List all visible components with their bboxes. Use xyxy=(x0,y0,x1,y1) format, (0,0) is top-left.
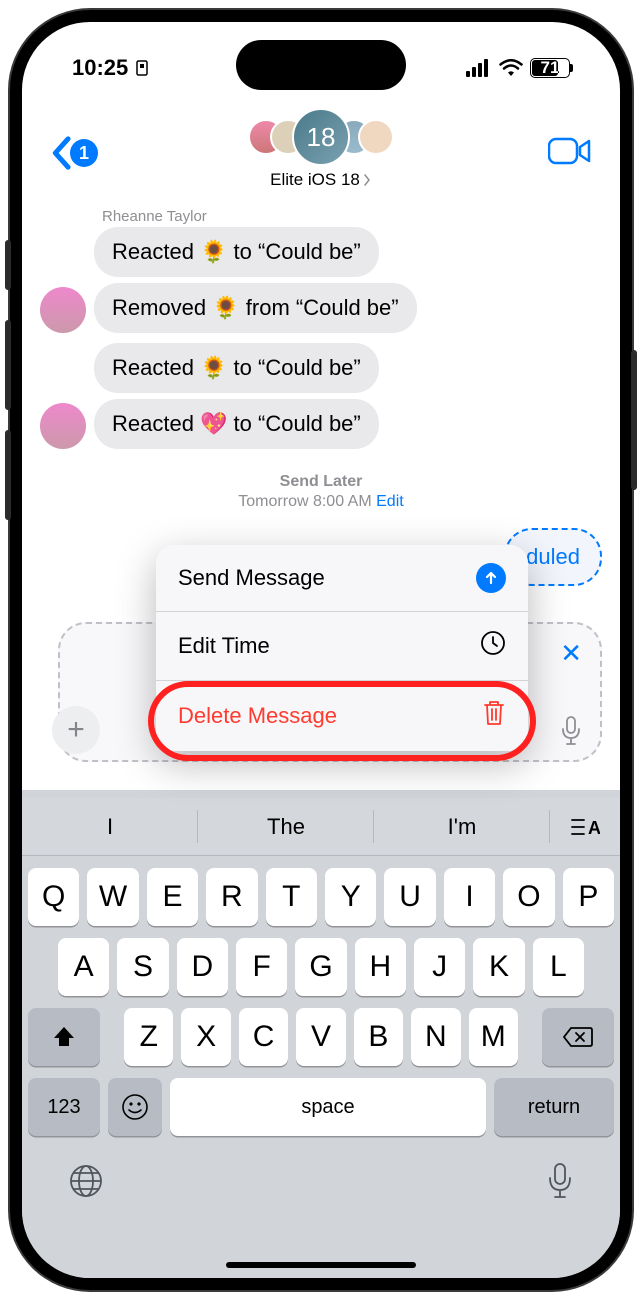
facetime-button[interactable] xyxy=(548,136,592,171)
key[interactable]: M xyxy=(469,1008,518,1066)
menu-delete-message[interactable]: Delete Message xyxy=(156,681,528,751)
globe-key[interactable] xyxy=(68,1163,104,1204)
key[interactable]: T xyxy=(266,868,317,926)
key[interactable]: V xyxy=(296,1008,345,1066)
unread-badge: 1 xyxy=(70,139,98,167)
space-key[interactable]: space xyxy=(170,1078,486,1136)
menu-edit-time[interactable]: Edit Time xyxy=(156,612,528,681)
key[interactable]: H xyxy=(355,938,406,996)
back-button[interactable]: 1 xyxy=(50,136,98,170)
avatar xyxy=(40,403,86,449)
message-bubble[interactable]: Reacted 🌻 to “Could be” xyxy=(94,343,379,393)
key[interactable]: L xyxy=(533,938,584,996)
suggestion[interactable]: I'm xyxy=(374,798,550,855)
avatar xyxy=(358,119,394,155)
arrow-up-circle-icon xyxy=(476,563,506,593)
key[interactable]: O xyxy=(503,868,554,926)
key[interactable]: W xyxy=(87,868,138,926)
clock-icon xyxy=(480,630,506,662)
key[interactable]: F xyxy=(236,938,287,996)
battery-icon: 71 xyxy=(530,58,570,78)
home-indicator[interactable] xyxy=(226,1262,416,1268)
focus-icon xyxy=(134,60,150,76)
key[interactable]: E xyxy=(147,868,198,926)
key[interactable]: C xyxy=(239,1008,288,1066)
conversation-header[interactable]: 18 Elite iOS 18 xyxy=(248,106,394,190)
key[interactable]: Q xyxy=(28,868,79,926)
key[interactable]: X xyxy=(181,1008,230,1066)
close-icon[interactable]: ✕ xyxy=(560,638,582,669)
key[interactable]: Z xyxy=(124,1008,173,1066)
wifi-icon xyxy=(499,59,523,77)
delete-key[interactable] xyxy=(542,1008,614,1066)
chevron-right-icon xyxy=(362,174,372,186)
sender-name: Rheanne Taylor xyxy=(102,208,602,225)
group-avatar: 18 xyxy=(292,108,350,166)
keyboard: I The I'm A Q W E R T Y U I O P A xyxy=(22,790,620,1278)
suggestion[interactable]: I xyxy=(22,798,198,855)
numbers-key[interactable]: 123 xyxy=(28,1078,100,1136)
context-menu: Send Message Edit Time Delete Message xyxy=(156,545,528,751)
key[interactable]: S xyxy=(117,938,168,996)
key[interactable]: A xyxy=(58,938,109,996)
message-list: Rheanne Taylor Reacted 🌻 to “Could be” R… xyxy=(22,208,620,511)
key[interactable]: B xyxy=(354,1008,403,1066)
trash-icon xyxy=(482,699,506,733)
emoji-key[interactable] xyxy=(108,1078,162,1136)
dictation-icon[interactable] xyxy=(560,716,582,751)
key[interactable]: U xyxy=(384,868,435,926)
send-later-title: Send Later xyxy=(40,473,602,491)
shift-key[interactable] xyxy=(28,1008,100,1066)
status-time: 10:25 xyxy=(72,55,128,81)
message-bubble[interactable]: Reacted 🌻 to “Could be” xyxy=(94,227,379,277)
key[interactable]: Y xyxy=(325,868,376,926)
key[interactable]: I xyxy=(444,868,495,926)
key[interactable]: R xyxy=(206,868,257,926)
key[interactable]: D xyxy=(177,938,228,996)
key[interactable]: P xyxy=(563,868,614,926)
message-bubble[interactable]: Removed 🌻 from “Could be” xyxy=(94,283,417,333)
cellular-icon xyxy=(466,59,492,77)
menu-send-message[interactable]: Send Message xyxy=(156,545,528,612)
nav-bar: 1 18 Elite iOS 18 xyxy=(22,98,620,208)
avatar xyxy=(40,287,86,333)
key[interactable]: J xyxy=(414,938,465,996)
send-later-subtitle: Tomorrow 8:00 AM Edit xyxy=(40,493,602,511)
return-key[interactable]: return xyxy=(494,1078,614,1136)
add-attachment-button[interactable]: + xyxy=(52,706,100,754)
message-bubble[interactable]: Reacted 💖 to “Could be” xyxy=(94,399,379,449)
suggestion[interactable]: The xyxy=(198,798,374,855)
text-format-icon[interactable]: A xyxy=(550,798,620,855)
key[interactable]: K xyxy=(473,938,524,996)
group-name: Elite iOS 18 xyxy=(270,170,360,190)
svg-text:A: A xyxy=(588,818,600,838)
dictation-key[interactable] xyxy=(546,1162,574,1205)
edit-time-link[interactable]: Edit xyxy=(376,493,404,510)
key[interactable]: G xyxy=(295,938,346,996)
key[interactable]: N xyxy=(411,1008,460,1066)
